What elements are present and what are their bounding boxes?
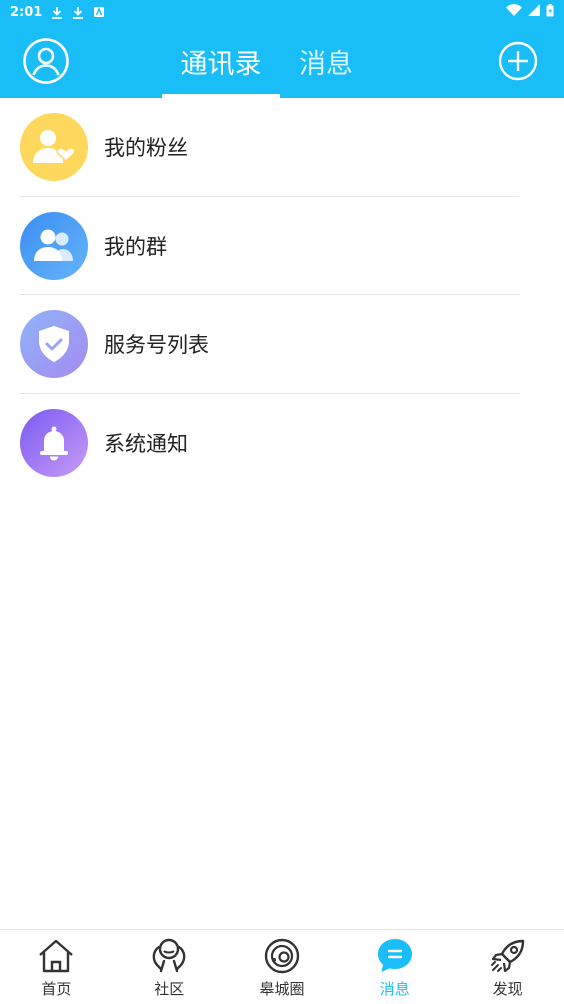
list-item-service-accounts[interactable]: 服务号列表 [0,295,564,394]
shield-check-icon [20,310,88,379]
plus-circle-icon [498,41,538,81]
nav-home[interactable]: 首页 [0,930,113,1004]
list-item-label: 服务号列表 [104,333,209,358]
contacts-list: 我的粉丝 我的群 服务号列表 系统通知 [0,98,564,492]
bell-icon [20,408,88,477]
community-icon [149,936,189,976]
list-item-label: 我的粉丝 [104,136,188,161]
wifi-icon [506,4,522,20]
nav-gaocheng-circle[interactable]: 皋城圈 [226,930,339,1004]
nav-label: 首页 [41,980,72,998]
circle-icon [262,936,302,976]
nav-label: 发现 [492,980,523,998]
nav-community[interactable]: 社区 [113,930,226,1004]
list-item-label: 系统通知 [104,431,188,456]
bottom-navigation: 首页 社区 皋城圈 消息 发现 [0,929,564,1004]
list-item-fans[interactable]: 我的粉丝 [0,98,564,197]
fans-icon [20,113,88,182]
top-header: 通讯录 消息 [0,24,564,98]
nav-discover[interactable]: 发现 [451,930,564,1004]
list-item-system-notice[interactable]: 系统通知 [0,394,564,493]
home-icon [36,936,76,976]
profile-avatar-button[interactable] [22,37,70,85]
tab-contacts[interactable]: 通讯录 [162,24,280,98]
download-icon [50,5,64,19]
battery-icon [546,3,554,21]
nav-label: 社区 [154,980,185,998]
user-icon [23,38,69,84]
chat-icon [375,936,415,976]
group-icon [20,211,88,280]
nav-label: 消息 [379,980,410,998]
nav-messages[interactable]: 消息 [338,930,451,1004]
tab-messages[interactable]: 消息 [290,24,362,98]
list-item-label: 我的群 [104,234,167,259]
rocket-icon [488,936,528,976]
download-icon [71,5,85,19]
add-button[interactable] [498,41,538,81]
status-time: 2:01 [10,4,43,20]
list-item-groups[interactable]: 我的群 [0,197,564,295]
signal-icon [528,4,540,20]
app-notification-icon [92,5,106,19]
status-bar: 2:01 [0,0,564,24]
nav-label: 皋城圈 [259,980,305,998]
